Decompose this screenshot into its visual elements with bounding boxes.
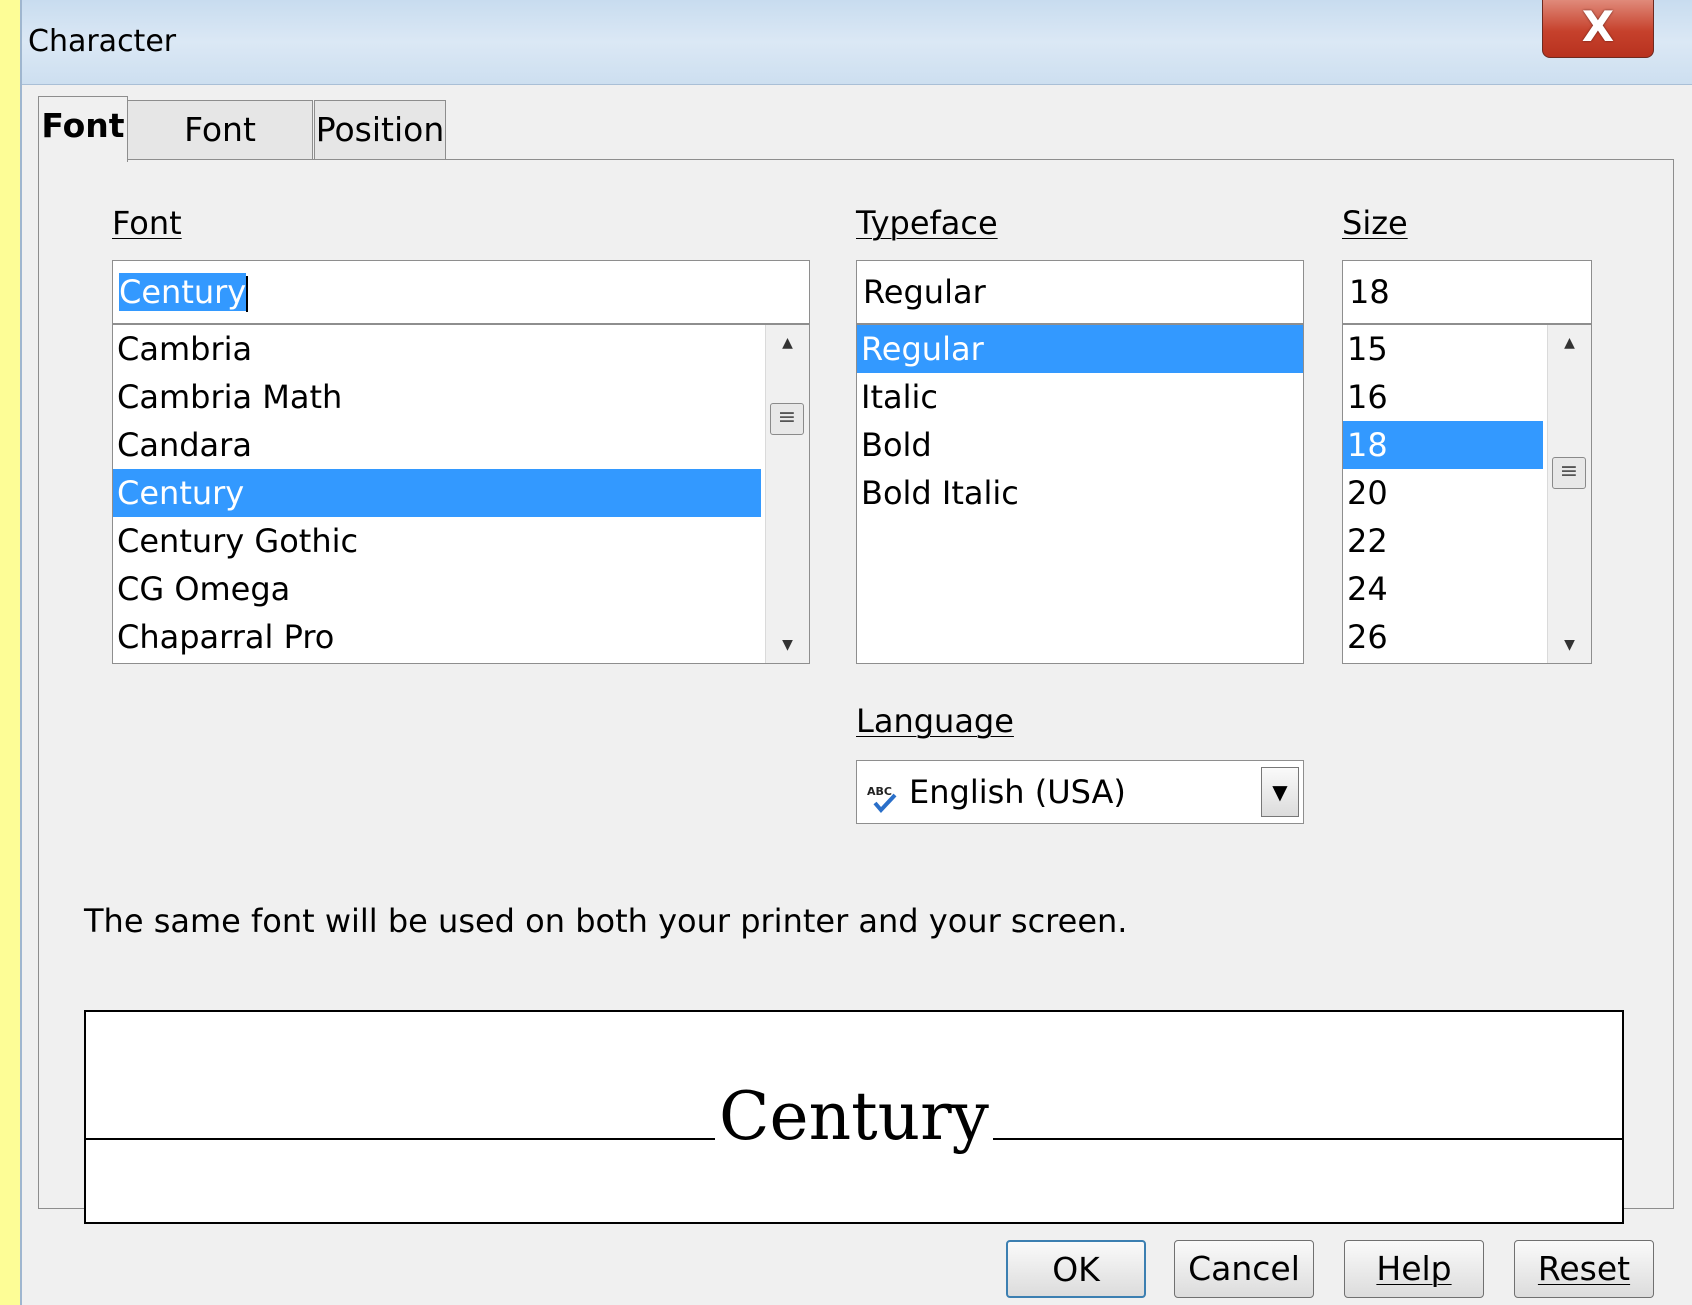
tab-font-label: Font <box>41 106 125 145</box>
list-item-selected[interactable]: 18 <box>1343 421 1543 469</box>
language-value: English (USA) <box>909 773 1126 811</box>
language-label: Language <box>856 702 1014 740</box>
chevron-down-icon: ▼ <box>1272 780 1288 804</box>
size-list-scrollbar[interactable]: ▲ ≡ ▼ <box>1547 325 1591 663</box>
dropdown-button[interactable]: ▼ <box>1261 767 1299 817</box>
ok-label: OK <box>1052 1250 1100 1289</box>
cancel-label: Cancel <box>1188 1249 1300 1288</box>
preview-text: Century <box>715 1078 993 1155</box>
tab-position[interactable]: Position <box>314 100 446 160</box>
font-label-text: Font <box>112 204 182 242</box>
close-icon: X <box>1581 2 1615 51</box>
list-item[interactable]: 26 <box>1343 613 1543 661</box>
font-name-value: Century <box>119 273 247 311</box>
window-title: Character <box>28 24 177 59</box>
close-button[interactable]: X <box>1542 0 1654 58</box>
font-preview: Century <box>84 1010 1624 1224</box>
text-cursor <box>246 276 249 312</box>
language-select[interactable]: ABC English (USA) ▼ <box>856 760 1304 824</box>
typeface-value: Regular <box>863 273 986 311</box>
list-item-selected[interactable]: Century <box>113 469 761 517</box>
preview-text-wrap: Century <box>86 1078 1622 1155</box>
list-item[interactable]: 22 <box>1343 517 1543 565</box>
size-input[interactable]: 18 <box>1342 260 1592 324</box>
font-list-scrollbar[interactable]: ▲ ≡ ▼ <box>765 325 809 663</box>
typeface-list[interactable]: Regular Italic Bold Bold Italic <box>856 324 1304 664</box>
list-item[interactable]: Century Gothic <box>113 517 761 565</box>
list-item[interactable]: 20 <box>1343 469 1543 517</box>
list-item-selected[interactable]: Regular <box>857 325 1303 373</box>
info-text: The same font will be used on both your … <box>84 902 1128 940</box>
font-name-input[interactable]: Century <box>112 260 810 324</box>
scroll-up-icon[interactable]: ▲ <box>766 335 809 351</box>
reset-label: Reset <box>1537 1249 1631 1288</box>
font-label: Font <box>112 204 182 242</box>
size-label-text: Size <box>1342 204 1408 242</box>
list-item[interactable]: Cambria Math <box>113 373 761 421</box>
help-button[interactable]: Help <box>1344 1240 1484 1298</box>
list-item[interactable]: 24 <box>1343 565 1543 613</box>
list-item[interactable]: Bold Italic <box>857 469 1303 517</box>
list-item[interactable]: Italic <box>857 373 1303 421</box>
scroll-up-icon[interactable]: ▲ <box>1548 335 1591 351</box>
spellcheck-icon: ABC <box>867 775 901 813</box>
size-value: 18 <box>1349 273 1390 311</box>
list-item[interactable]: Chaparral Pro <box>113 613 761 661</box>
list-item[interactable]: 15 <box>1343 325 1543 373</box>
font-list[interactable]: Cambria Cambria Math Candara Century Cen… <box>112 324 810 664</box>
scroll-down-icon[interactable]: ▼ <box>1548 637 1591 653</box>
language-label-text: Language <box>856 702 1014 740</box>
list-item[interactable]: CG Omega <box>113 565 761 613</box>
scroll-thumb[interactable]: ≡ <box>1552 457 1586 489</box>
scroll-down-icon[interactable]: ▼ <box>766 637 809 653</box>
list-item[interactable]: 16 <box>1343 373 1543 421</box>
list-item[interactable]: Cambria <box>113 325 761 373</box>
typeface-label: Typeface <box>856 204 998 242</box>
reset-button[interactable]: Reset <box>1514 1240 1654 1298</box>
tab-font-effects[interactable]: Font Effects <box>127 100 313 207</box>
list-item[interactable]: Candara <box>113 421 761 469</box>
help-label: Help <box>1376 1249 1452 1288</box>
size-list[interactable]: 15 16 18 20 22 24 26 ▲ ≡ ▼ <box>1342 324 1592 664</box>
character-dialog: Character X Font Font Effects Position F… <box>20 0 1692 1305</box>
scroll-thumb[interactable]: ≡ <box>770 403 804 435</box>
ok-button[interactable]: OK <box>1006 1240 1146 1298</box>
cancel-button[interactable]: Cancel <box>1174 1240 1314 1298</box>
tab-font[interactable]: Font <box>38 96 128 162</box>
tab-position-label: Position <box>315 110 445 149</box>
svg-text:ABC: ABC <box>867 785 892 798</box>
title-bar[interactable]: Character X <box>22 0 1692 85</box>
list-item[interactable]: Bold <box>857 421 1303 469</box>
size-label: Size <box>1342 204 1408 242</box>
typeface-input[interactable]: Regular <box>856 260 1304 324</box>
typeface-label-text: Typeface <box>856 204 998 242</box>
